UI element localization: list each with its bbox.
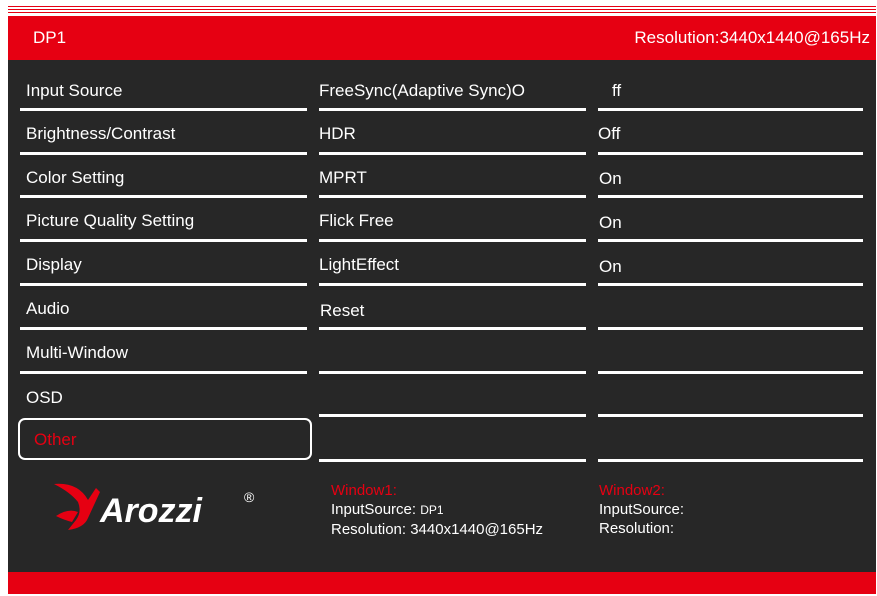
window2-title: Window2:: [599, 482, 665, 499]
window2-input-label: InputSource:: [599, 501, 685, 518]
window1-info: Window1: InputSource: DP1 Resolution: 34…: [331, 481, 543, 539]
menu-divider: [20, 371, 307, 374]
window2-info: Window2: InputSource: Resolution:: [599, 481, 684, 538]
window1-resolution-value: 3440x1440@165Hz: [410, 521, 544, 538]
menu-divider: [20, 108, 307, 111]
arozzi-logo: Arozzi ®: [48, 478, 273, 538]
window1-resolution-label: Resolution:: [331, 521, 407, 538]
menu-item-display[interactable]: Display: [26, 255, 82, 275]
submenu-divider: [319, 414, 586, 417]
value-flick-free[interactable]: On: [599, 213, 622, 233]
menu-divider: [20, 283, 307, 286]
submenu-divider: [319, 108, 586, 111]
bottom-bar: [8, 572, 876, 594]
menu-item-picture-quality[interactable]: Picture Quality Setting: [26, 211, 194, 231]
value-divider: [598, 414, 863, 417]
window1-title: Window1:: [331, 482, 397, 499]
svg-text:®: ®: [244, 489, 255, 505]
value-freesync[interactable]: ff: [612, 81, 621, 101]
svg-text:Arozzi: Arozzi: [99, 492, 204, 530]
submenu-divider: [319, 327, 586, 330]
arozzi-logo-icon: Arozzi ®: [54, 483, 255, 530]
menu-divider: [20, 327, 307, 330]
value-divider: [598, 152, 863, 155]
top-border-line: [8, 6, 876, 7]
top-border-line: [8, 9, 876, 10]
submenu-divider: [319, 459, 586, 462]
submenu-divider: [319, 371, 586, 374]
window1-input-value: DP1: [420, 503, 444, 517]
submenu-item-hdr[interactable]: HDR: [319, 124, 356, 144]
submenu-divider: [319, 239, 586, 242]
value-divider: [598, 239, 863, 242]
value-divider: [598, 327, 863, 330]
value-divider: [598, 195, 863, 198]
window1-input-label: InputSource:: [331, 501, 417, 518]
window1-resolution-row: Resolution: 3440x1440@165Hz: [331, 520, 543, 539]
submenu-item-light-effect[interactable]: LightEffect: [319, 255, 399, 275]
value-mprt[interactable]: On: [599, 169, 622, 189]
value-divider: [598, 459, 863, 462]
submenu-item-flick-free[interactable]: Flick Free: [319, 211, 394, 231]
value-divider: [598, 108, 863, 111]
top-border-line: [8, 12, 876, 13]
menu-divider: [20, 239, 307, 242]
submenu-divider: [319, 195, 586, 198]
submenu-item-freesync[interactable]: FreeSync(Adaptive Sync)O: [319, 81, 525, 101]
window1-input-row: InputSource: DP1: [331, 500, 543, 520]
menu-item-audio[interactable]: Audio: [26, 299, 69, 319]
value-light-effect[interactable]: On: [599, 257, 622, 277]
menu-item-other[interactable]: Other: [34, 430, 77, 450]
menu-item-color-setting[interactable]: Color Setting: [26, 168, 124, 188]
osd-header: DP1 Resolution:3440x1440@165Hz: [8, 16, 876, 60]
menu-divider: [20, 152, 307, 155]
value-divider: [598, 371, 863, 374]
menu-item-input-source[interactable]: Input Source: [26, 81, 122, 101]
menu-item-multi-window[interactable]: Multi-Window: [26, 343, 128, 363]
submenu-item-mprt[interactable]: MPRT: [319, 168, 367, 188]
value-hdr[interactable]: Off: [598, 124, 620, 144]
menu-item-brightness-contrast[interactable]: Brightness/Contrast: [26, 124, 175, 144]
window2-resolution-label: Resolution:: [599, 520, 675, 537]
menu-item-osd[interactable]: OSD: [26, 388, 63, 408]
menu-divider: [20, 195, 307, 198]
submenu-item-reset[interactable]: Reset: [320, 301, 364, 321]
submenu-divider: [319, 283, 586, 286]
submenu-divider: [319, 152, 586, 155]
current-resolution: Resolution:3440x1440@165Hz: [634, 28, 870, 47]
current-input-source: DP1: [33, 28, 67, 47]
value-divider: [598, 283, 863, 286]
